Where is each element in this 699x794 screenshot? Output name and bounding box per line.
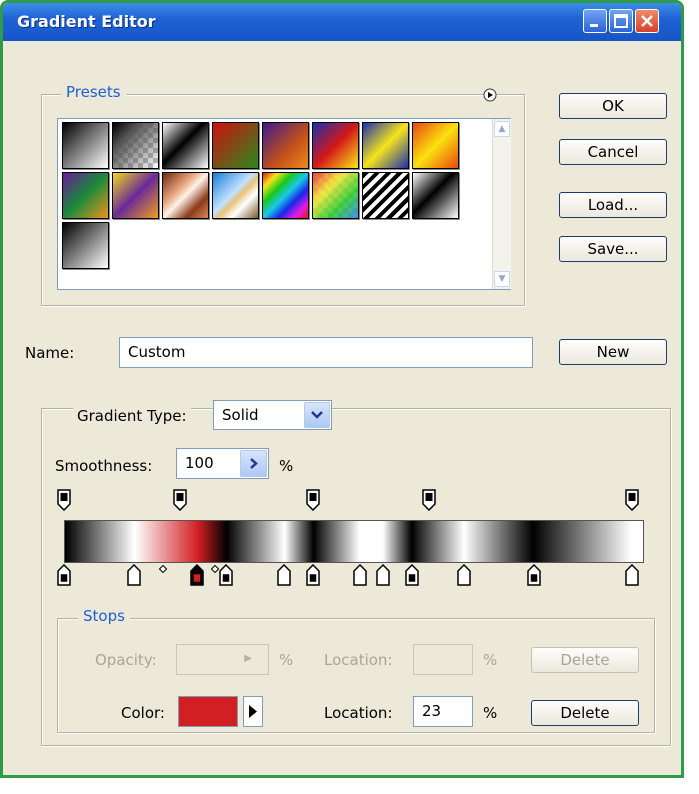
color-stop-3[interactable] (219, 564, 234, 586)
color-stop-6[interactable] (353, 564, 367, 586)
color-stop-0[interactable] (57, 564, 71, 586)
cancel-button[interactable]: Cancel (559, 139, 667, 165)
opacity-stop-2[interactable] (306, 489, 321, 511)
preset-swatch-violet-orange[interactable] (262, 122, 309, 169)
title-bar[interactable]: Gradient Editor (3, 3, 681, 41)
stops-legend: Stops (78, 607, 130, 625)
smoothness-unit: % (279, 457, 294, 475)
preset-swatch-yellow-violet-orange[interactable] (112, 172, 159, 219)
minimize-button[interactable] (583, 9, 607, 33)
window-title: Gradient Editor (17, 12, 156, 31)
name-input[interactable]: Custom (119, 337, 533, 368)
preset-swatch-black-white[interactable] (62, 122, 109, 169)
maximize-button[interactable] (609, 9, 633, 33)
gradient-preview-bar[interactable] (64, 520, 644, 563)
preset-swatch-orange-yellow-orange[interactable] (412, 122, 459, 169)
chevron-down-icon[interactable] (304, 402, 330, 428)
color-stop-4[interactable] (277, 564, 292, 586)
triangle-right-icon (249, 705, 257, 718)
preset-swatch-blue-yellow-blue[interactable] (362, 122, 409, 169)
color-location-input[interactable]: 23 (413, 696, 473, 727)
color-midpoint-0[interactable] (158, 565, 167, 573)
color-stop-7[interactable] (376, 564, 390, 586)
smoothness-value: 100 (185, 454, 214, 472)
preset-swatch-transparent-rainbow[interactable] (312, 172, 359, 219)
circle-arrow-icon (483, 88, 497, 102)
color-stop-1[interactable] (126, 564, 141, 586)
scroll-up-icon[interactable]: ▲ (494, 121, 510, 137)
opacity-location-unit: % (483, 651, 498, 669)
color-stop-5[interactable] (306, 564, 321, 586)
arrow-right-icon[interactable] (240, 450, 267, 477)
close-button[interactable] (635, 9, 659, 33)
color-stop-8[interactable] (405, 564, 419, 586)
smoothness-input[interactable]: 100 (176, 448, 269, 479)
maximize-icon (614, 14, 628, 28)
color-stop-11[interactable] (625, 564, 640, 586)
opacity-stop-0[interactable] (57, 489, 71, 511)
presets-menu-button[interactable] (483, 88, 497, 106)
opacity-stop-4[interactable] (625, 489, 640, 511)
load-button[interactable]: Load... (559, 192, 667, 218)
preset-swatch-black-white-2[interactable] (162, 122, 209, 169)
close-icon (641, 15, 653, 27)
scroll-down-icon[interactable]: ▼ (494, 271, 510, 287)
gradient-editor-window: Gradient Editor Presets ▲ ▼ OK Cancel Lo… (0, 0, 684, 778)
name-label: Name: (25, 344, 75, 362)
opacity-location-label: Location: (324, 651, 393, 669)
color-stop-9[interactable] (457, 564, 471, 586)
preset-swatch-black-transparent[interactable] (112, 122, 159, 169)
opacity-input[interactable]: ▶ (176, 644, 269, 675)
presets-list[interactable] (57, 118, 511, 290)
color-delete-button[interactable]: Delete (531, 700, 639, 726)
opacity-delete-button[interactable]: Delete (531, 647, 639, 673)
gradient-type-select[interactable]: Solid (213, 400, 332, 430)
opacity-unit: % (279, 651, 294, 669)
ok-button[interactable]: OK (559, 93, 667, 119)
color-stop-10[interactable] (527, 564, 541, 586)
opacity-location-input[interactable] (413, 644, 473, 675)
preset-swatch-black-white-3[interactable] (412, 172, 459, 219)
preset-swatch-black-white-4[interactable] (62, 222, 109, 269)
preset-swatch-blue-red-yellow[interactable] (312, 122, 359, 169)
arrow-right-icon: ▶ (244, 653, 252, 664)
gradient-type-value: Solid (222, 406, 259, 424)
smoothness-label: Smoothness: (55, 457, 153, 475)
opacity-label: Opacity: (95, 651, 157, 669)
color-location-label: Location: (324, 704, 393, 722)
preset-swatch-transparent-stripes[interactable] (362, 172, 409, 219)
preset-swatch-spectrum[interactable] (262, 172, 309, 219)
gradient-type-label: Gradient Type: (73, 407, 191, 425)
color-menu-button[interactable] (243, 696, 263, 727)
new-button[interactable]: New (559, 339, 667, 365)
preset-swatch-red-green[interactable] (212, 122, 259, 169)
preset-swatch-chrome[interactable] (212, 172, 259, 219)
preset-swatch-violet-green-orange[interactable] (62, 172, 109, 219)
save-button[interactable]: Save... (559, 236, 667, 262)
opacity-stop-3[interactable] (422, 489, 437, 511)
opacity-stop-1[interactable] (173, 489, 187, 511)
color-label: Color: (121, 704, 165, 722)
presets-legend: Presets (61, 83, 126, 101)
preset-swatch-copper[interactable] (162, 172, 209, 219)
presets-scrollbar[interactable]: ▲ ▼ (492, 119, 511, 289)
color-midpoint-1[interactable] (210, 565, 219, 573)
color-swatch[interactable] (178, 696, 238, 727)
color-stop-2[interactable] (190, 564, 205, 586)
minimize-icon (590, 24, 598, 27)
color-location-unit: % (483, 704, 498, 722)
